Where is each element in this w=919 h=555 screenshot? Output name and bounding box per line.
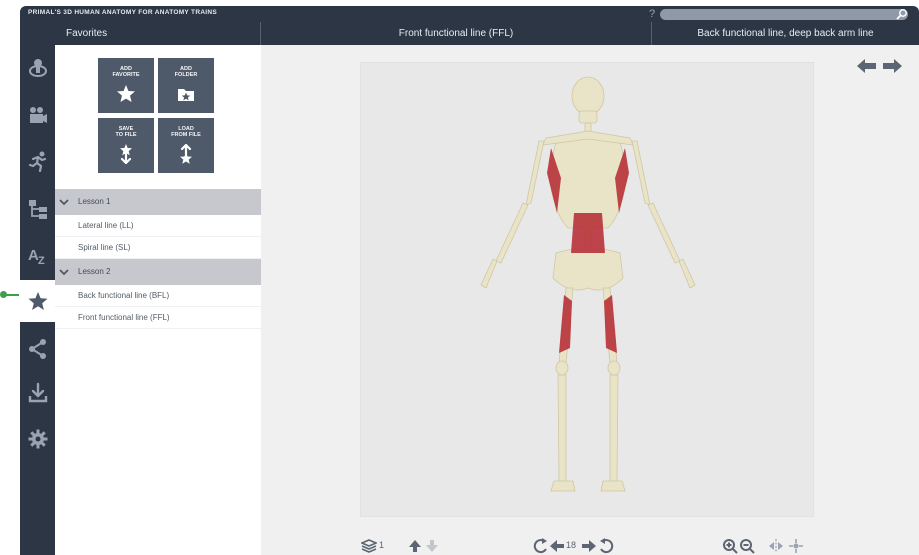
sidebar-item-az-index[interactable]: A Z bbox=[20, 234, 55, 276]
help-icon[interactable]: ? bbox=[647, 7, 657, 21]
sidebar-item-share[interactable] bbox=[20, 328, 55, 370]
favorite-item-lateral-line[interactable]: Lateral line (LL) bbox=[55, 215, 261, 237]
sidebar-item-settings[interactable] bbox=[20, 418, 55, 460]
sidebar: A Z bbox=[20, 22, 55, 555]
star-icon bbox=[117, 85, 135, 102]
add-favorite-button[interactable]: ADD FAVORITE bbox=[98, 58, 154, 113]
hierarchy-tree-icon bbox=[28, 200, 47, 219]
sidebar-item-anatomy-model[interactable] bbox=[20, 46, 55, 88]
tab-front-functional-line[interactable]: Front functional line (FFL) bbox=[261, 22, 651, 45]
add-folder-label: ADD FOLDER bbox=[174, 66, 198, 78]
layer-up-icon[interactable] bbox=[407, 538, 423, 554]
favorite-item-label: Front functional line (FFL) bbox=[78, 313, 170, 322]
load-file-icon bbox=[180, 144, 192, 164]
app-title: PRIMAL'S 3D HUMAN ANATOMY FOR ANATOMY TR… bbox=[28, 9, 218, 16]
load-from-file-button[interactable]: LOAD FROM FILE bbox=[158, 118, 214, 173]
favorite-item-label: Spiral line (SL) bbox=[78, 243, 131, 252]
rotate-right-icon[interactable] bbox=[598, 538, 614, 554]
favorite-item-front-functional-line[interactable]: Front functional line (FFL) bbox=[55, 307, 261, 329]
sidebar-item-favorites[interactable] bbox=[20, 280, 55, 322]
mirror-icon[interactable] bbox=[768, 538, 784, 554]
save-to-file-button[interactable]: SAVE TO FILE bbox=[98, 118, 154, 173]
previous-view-icon[interactable] bbox=[549, 538, 565, 554]
favorites-tree: Lesson 1 Lateral line (LL) Spiral line (… bbox=[55, 189, 261, 329]
skeleton-model[interactable] bbox=[361, 63, 815, 518]
bottom-toolbar: 1 18 bbox=[261, 536, 919, 555]
model-canvas[interactable] bbox=[360, 62, 814, 517]
settings-gear-icon bbox=[28, 429, 47, 449]
az-index-icon: A Z bbox=[28, 247, 45, 266]
favorite-item-label: Lateral line (LL) bbox=[78, 221, 134, 230]
sidebar-item-video[interactable] bbox=[20, 94, 55, 136]
anatomy-model-icon bbox=[28, 59, 47, 77]
sidebar-item-movement[interactable] bbox=[20, 140, 55, 182]
layers-icon[interactable] bbox=[361, 538, 377, 554]
tab-bar: Favorites Front functional line (FFL) Ba… bbox=[20, 22, 919, 45]
rotate-left-icon[interactable] bbox=[533, 538, 549, 554]
search-icon[interactable] bbox=[896, 8, 908, 20]
add-folder-icon bbox=[178, 89, 194, 101]
pan-center-icon[interactable] bbox=[788, 538, 804, 554]
sidebar-item-download[interactable] bbox=[20, 372, 55, 414]
load-from-file-label: LOAD FROM FILE bbox=[171, 126, 201, 138]
favorite-item-spiral-line[interactable]: Spiral line (SL) bbox=[55, 237, 261, 259]
layer-down-icon[interactable] bbox=[424, 538, 440, 554]
app-window: PRIMAL'S 3D HUMAN ANATOMY FOR ANATOMY TR… bbox=[20, 6, 919, 555]
chevron-down-icon[interactable] bbox=[59, 197, 69, 207]
active-indicator-line bbox=[4, 294, 19, 296]
title-bar: PRIMAL'S 3D HUMAN ANATOMY FOR ANATOMY TR… bbox=[20, 6, 919, 22]
save-to-file-label: SAVE TO FILE bbox=[115, 126, 137, 138]
zoom-in-icon[interactable] bbox=[722, 538, 738, 554]
share-icon bbox=[28, 339, 46, 359]
tree-group-lesson-1[interactable]: Lesson 1 bbox=[55, 189, 261, 215]
chevron-down-icon[interactable] bbox=[59, 267, 69, 277]
group-label: Lesson 1 bbox=[78, 197, 111, 206]
add-folder-button[interactable]: ADD FOLDER bbox=[158, 58, 214, 113]
navigation-arrows[interactable] bbox=[857, 58, 902, 74]
3d-viewport[interactable] bbox=[261, 45, 919, 555]
group-label: Lesson 2 bbox=[78, 267, 111, 276]
tab-favorites[interactable]: Favorites bbox=[66, 22, 256, 45]
download-icon bbox=[28, 382, 47, 403]
add-favorite-label: ADD FAVORITE bbox=[112, 66, 140, 78]
star-favorites-icon bbox=[28, 292, 47, 310]
svg-text:Z: Z bbox=[38, 255, 45, 266]
tab-back-functional-line[interactable]: Back functional line, deep back arm line bbox=[652, 22, 919, 45]
view-number: 18 bbox=[566, 540, 577, 550]
favorite-item-back-functional-line[interactable]: Back functional line (BFL) bbox=[55, 285, 261, 307]
sidebar-item-hierarchy[interactable] bbox=[20, 188, 55, 230]
tree-group-lesson-2[interactable]: Lesson 2 bbox=[55, 259, 261, 285]
search-input[interactable] bbox=[660, 9, 908, 20]
back-arrow-icon[interactable] bbox=[857, 59, 876, 73]
favorite-item-label: Back functional line (BFL) bbox=[78, 291, 170, 300]
forward-arrow-icon[interactable] bbox=[883, 59, 902, 73]
video-icon bbox=[29, 107, 47, 123]
zoom-out-icon[interactable] bbox=[739, 538, 755, 554]
layer-count: 1 bbox=[379, 540, 385, 550]
save-file-icon bbox=[120, 144, 132, 164]
next-view-icon[interactable] bbox=[581, 538, 597, 554]
running-figure-icon bbox=[28, 151, 46, 172]
